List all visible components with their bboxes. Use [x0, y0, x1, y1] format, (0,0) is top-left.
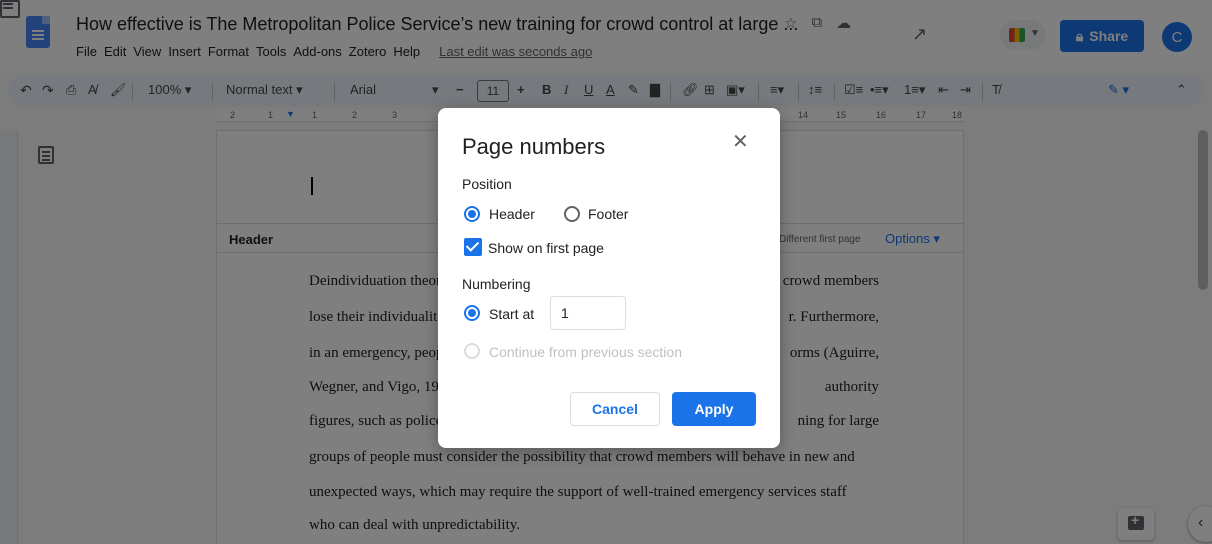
- numbering-section-label: Numbering: [462, 276, 531, 292]
- continue-radio[interactable]: [464, 343, 480, 359]
- start-at-label[interactable]: Start at: [489, 306, 534, 322]
- apply-button[interactable]: Apply: [672, 392, 756, 426]
- show-on-first-page-checkbox[interactable]: [464, 238, 482, 256]
- header-radio[interactable]: [464, 206, 480, 222]
- dialog-title: Page numbers: [462, 134, 606, 159]
- page-numbers-dialog: Page numbers ✕ Position Header Footer Sh…: [438, 108, 780, 448]
- cancel-button[interactable]: Cancel: [570, 392, 660, 426]
- continue-label: Continue from previous section: [489, 344, 682, 360]
- header-option-label[interactable]: Header: [489, 206, 535, 222]
- footer-radio[interactable]: [564, 206, 580, 222]
- start-at-input[interactable]: 1: [550, 296, 626, 330]
- footer-option-label[interactable]: Footer: [588, 206, 628, 222]
- show-on-first-page-label[interactable]: Show on first page: [488, 240, 604, 256]
- close-icon[interactable]: ✕: [732, 132, 749, 152]
- start-at-radio[interactable]: [464, 305, 480, 321]
- position-section-label: Position: [462, 176, 512, 192]
